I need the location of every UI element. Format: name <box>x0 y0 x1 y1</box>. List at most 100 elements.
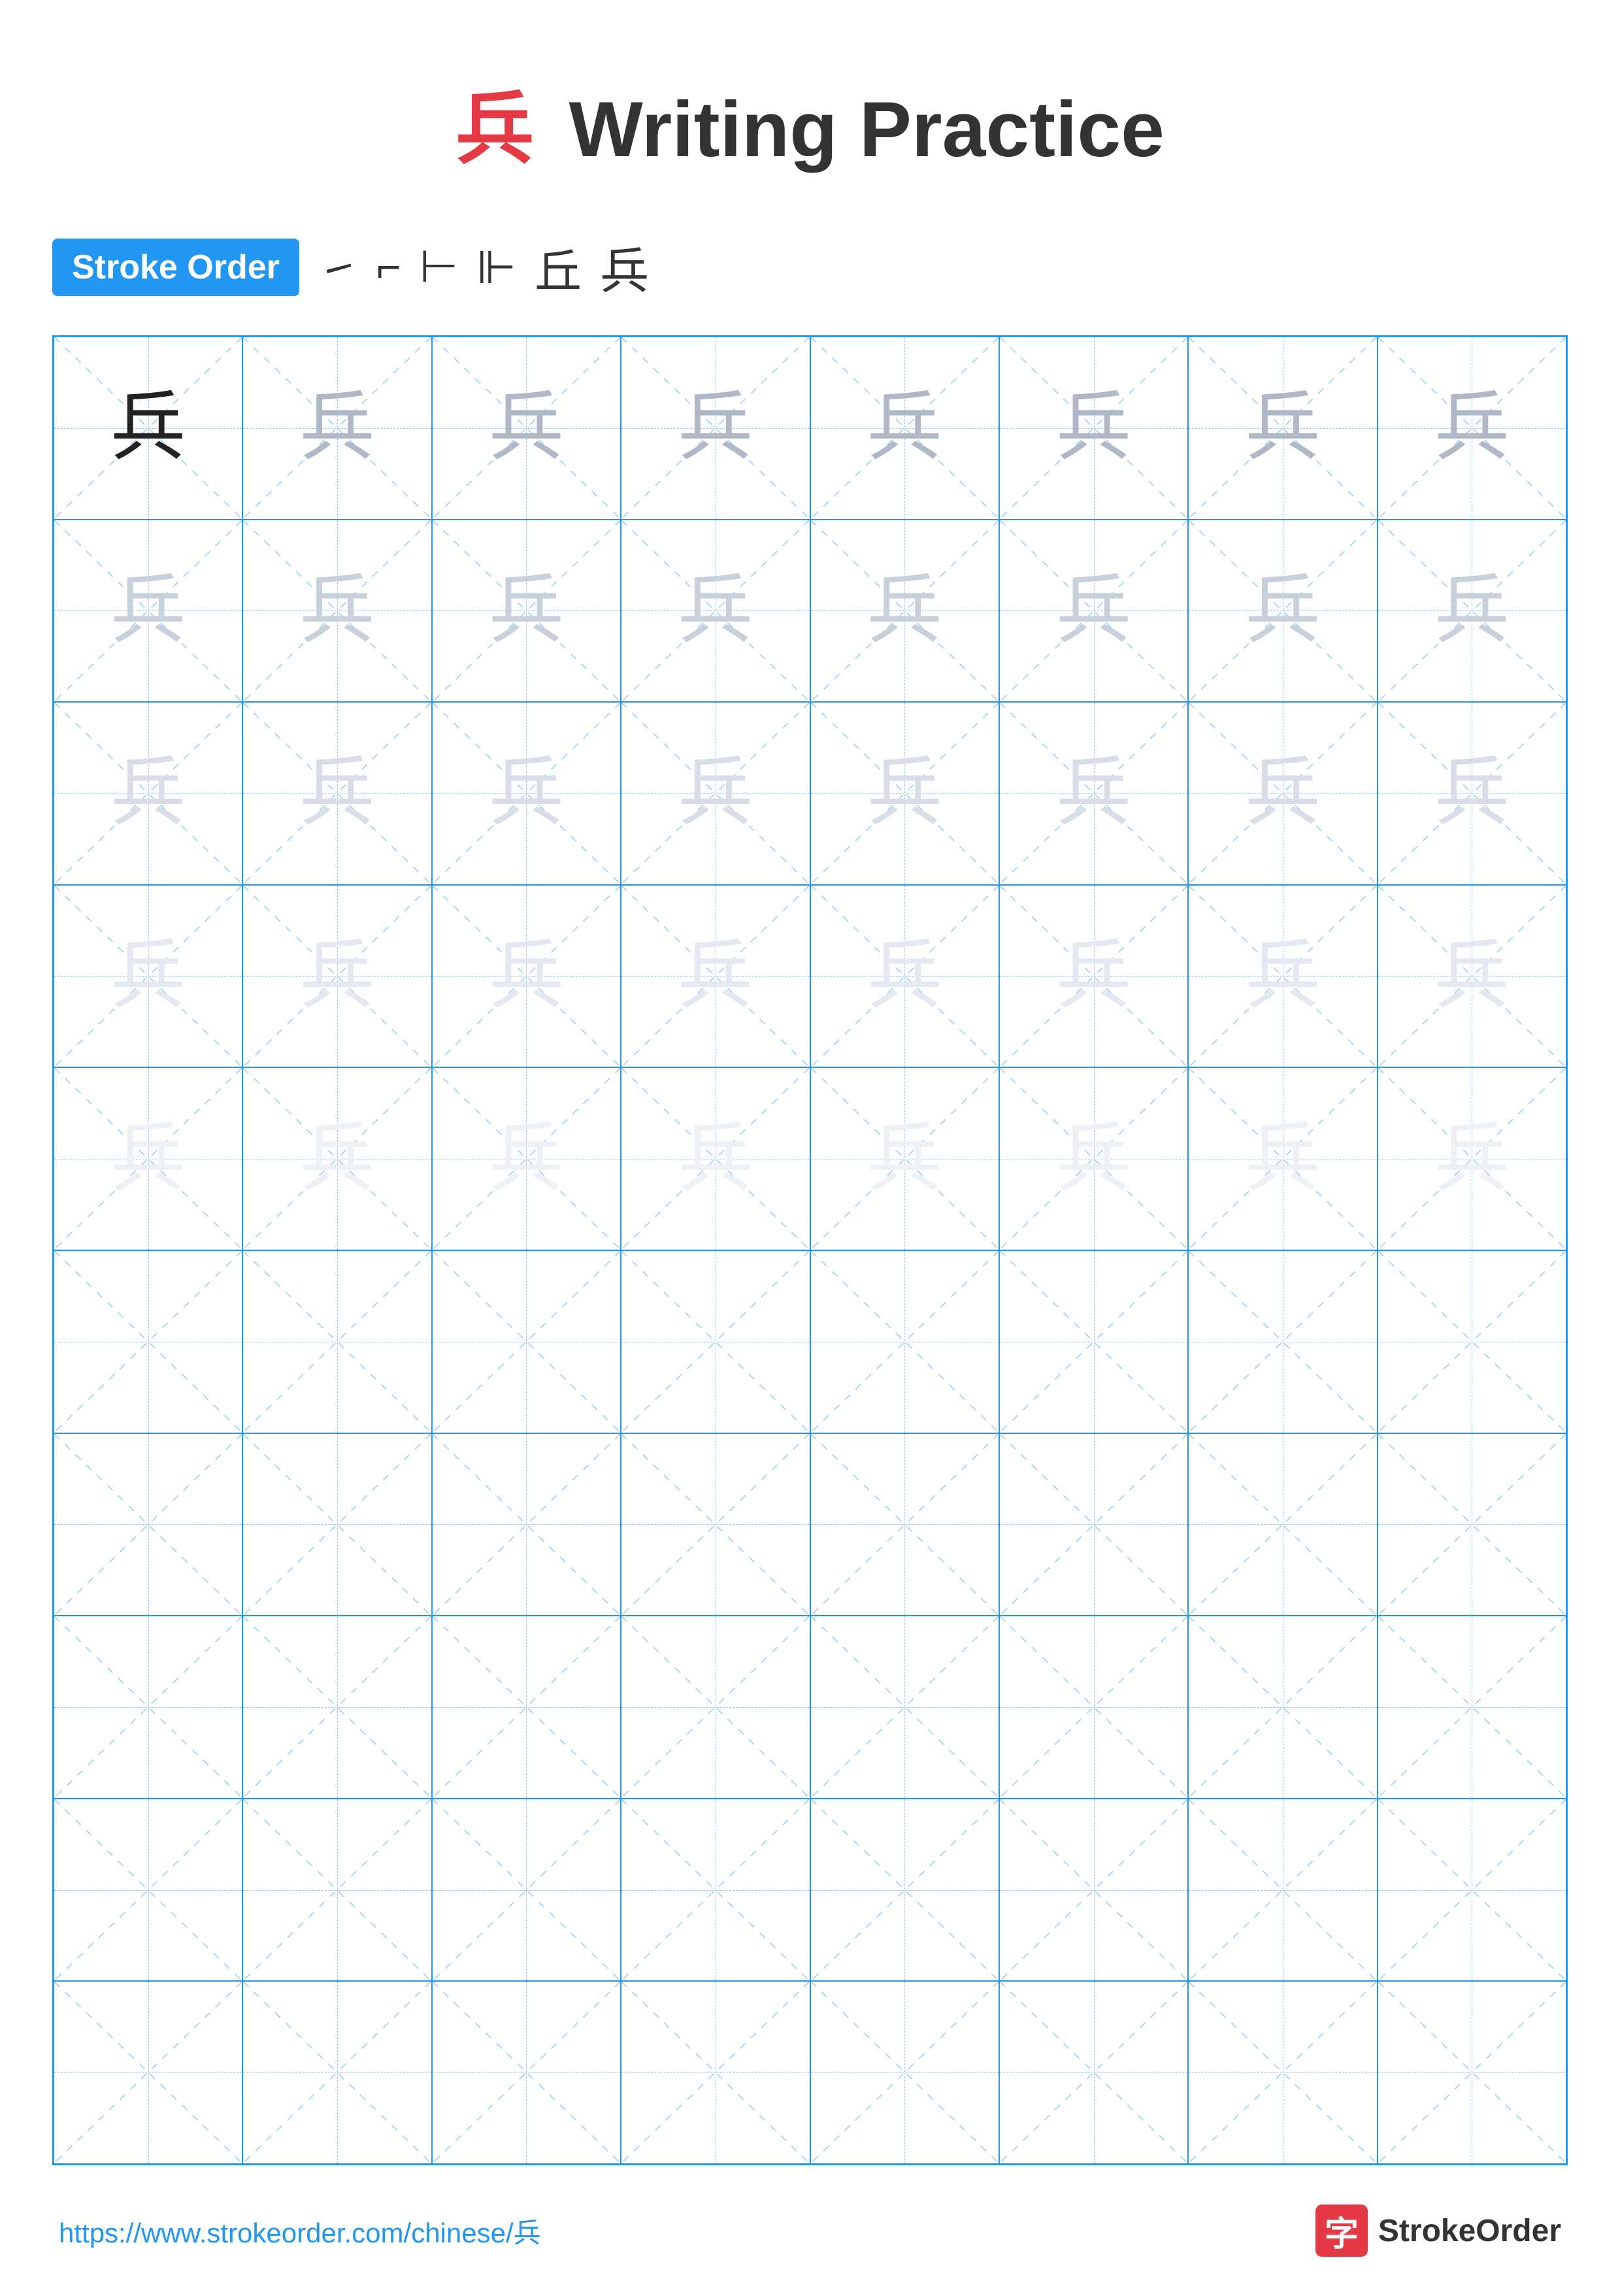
grid-cell[interactable]: 兵 <box>1188 520 1377 703</box>
grid-cell[interactable]: 兵 <box>242 702 431 885</box>
grid-cell[interactable] <box>54 1981 242 2164</box>
practice-char: 兵 <box>1056 756 1131 831</box>
grid-cell[interactable]: 兵 <box>1188 885 1377 1068</box>
grid-cell[interactable] <box>432 1799 621 1982</box>
grid-cell[interactable]: 兵 <box>1188 337 1377 520</box>
grid-cell[interactable]: 兵 <box>810 1067 999 1250</box>
grid-cell[interactable]: 兵 <box>432 1067 621 1250</box>
grid-cell[interactable] <box>621 1981 810 2164</box>
grid-cell[interactable]: 兵 <box>621 337 810 520</box>
grid-cell[interactable]: 兵 <box>54 520 242 703</box>
grid-cell[interactable]: 兵 <box>810 337 999 520</box>
grid-cell[interactable]: 兵 <box>242 1067 431 1250</box>
grid-cell[interactable]: 兵 <box>1378 520 1566 703</box>
grid-cell[interactable]: 兵 <box>810 702 999 885</box>
footer-url[interactable]: https://www.strokeorder.com/chinese/兵 <box>59 2211 541 2251</box>
grid-cell[interactable]: 兵 <box>999 1067 1188 1250</box>
grid-cell[interactable]: 兵 <box>999 337 1188 520</box>
grid-cell[interactable] <box>1188 1433 1377 1616</box>
practice-char: 兵 <box>300 390 375 465</box>
grid-cell[interactable]: 兵 <box>54 702 242 885</box>
grid-cell[interactable] <box>1188 1799 1377 1982</box>
practice-char: 兵 <box>1245 939 1320 1014</box>
grid-cell[interactable] <box>999 1433 1188 1616</box>
grid-cell[interactable]: 兵 <box>1378 885 1566 1068</box>
practice-char: 兵 <box>867 573 942 648</box>
grid-cell[interactable] <box>54 1433 242 1616</box>
grid-cell[interactable]: 兵 <box>1378 1067 1566 1250</box>
practice-char: 兵 <box>867 939 942 1014</box>
grid-cell[interactable]: 兵 <box>621 520 810 703</box>
grid-cell[interactable]: 兵 <box>432 520 621 703</box>
grid-cell[interactable]: 兵 <box>999 520 1188 703</box>
grid-cell[interactable] <box>1378 1250 1566 1433</box>
grid-cell[interactable]: 兵 <box>999 885 1188 1068</box>
grid-cell[interactable] <box>242 1250 431 1433</box>
grid-cell[interactable] <box>810 1433 999 1616</box>
grid-cell[interactable] <box>810 1799 999 1982</box>
grid-cell[interactable]: 兵 <box>810 520 999 703</box>
grid-cell[interactable] <box>242 1981 431 2164</box>
logo-icon: 字 <box>1315 2204 1368 2257</box>
grid-cell[interactable] <box>1378 1799 1566 1982</box>
grid-cell[interactable]: 兵 <box>621 885 810 1068</box>
page-title: 兵 Writing Practice <box>52 65 1568 179</box>
grid-cell[interactable]: 兵 <box>1188 1067 1377 1250</box>
grid-cell[interactable]: 兵 <box>54 337 242 520</box>
grid-cell[interactable]: 兵 <box>242 520 431 703</box>
stroke-order-row: Stroke Order ㇀ ⌐ ⊢ ⊩ 丘 兵 <box>52 231 1568 303</box>
grid-cell[interactable] <box>432 1250 621 1433</box>
grid-cell[interactable] <box>621 1616 810 1799</box>
grid-cell[interactable]: 兵 <box>242 885 431 1068</box>
practice-char: 兵 <box>489 756 564 831</box>
grid-cell[interactable] <box>621 1799 810 1982</box>
grid-cell[interactable] <box>432 1433 621 1616</box>
practice-char: 兵 <box>1245 390 1320 465</box>
grid-cell[interactable]: 兵 <box>621 1067 810 1250</box>
grid-cell[interactable] <box>999 1981 1188 2164</box>
practice-char: 兵 <box>300 756 375 831</box>
grid-cell[interactable] <box>1378 1981 1566 2164</box>
grid-cell[interactable] <box>621 1250 810 1433</box>
grid-cell[interactable] <box>432 1981 621 2164</box>
practice-char: 兵 <box>110 756 186 831</box>
practice-char: 兵 <box>110 939 186 1014</box>
grid-cell[interactable] <box>1378 1616 1566 1799</box>
practice-char: 兵 <box>489 390 564 465</box>
grid-cell[interactable] <box>54 1799 242 1982</box>
grid-cell[interactable] <box>54 1616 242 1799</box>
grid-cell[interactable]: 兵 <box>54 885 242 1068</box>
grid-cell[interactable]: 兵 <box>432 702 621 885</box>
grid-cell[interactable] <box>432 1616 621 1799</box>
grid-cell[interactable]: 兵 <box>810 885 999 1068</box>
grid-cell[interactable] <box>1188 1981 1377 2164</box>
grid-cell[interactable] <box>242 1616 431 1799</box>
stroke-sequence: ㇀ ⌐ ⊢ ⊩ 丘 兵 <box>319 231 661 303</box>
grid-cell[interactable] <box>999 1250 1188 1433</box>
grid-cell[interactable] <box>810 1616 999 1799</box>
practice-char: 兵 <box>678 573 753 648</box>
grid-cell[interactable]: 兵 <box>1378 702 1566 885</box>
practice-char: 兵 <box>1245 1122 1320 1197</box>
grid-cell[interactable]: 兵 <box>54 1067 242 1250</box>
grid-cell[interactable]: 兵 <box>1378 337 1566 520</box>
grid-cell[interactable]: 兵 <box>432 885 621 1068</box>
grid-cell[interactable] <box>810 1981 999 2164</box>
practice-char: 兵 <box>678 756 753 831</box>
grid-cell[interactable]: 兵 <box>1188 702 1377 885</box>
grid-cell[interactable] <box>54 1250 242 1433</box>
grid-cell[interactable] <box>999 1799 1188 1982</box>
grid-cell[interactable]: 兵 <box>999 702 1188 885</box>
grid-cell[interactable]: 兵 <box>621 702 810 885</box>
grid-cell[interactable] <box>242 1799 431 1982</box>
grid-cell[interactable] <box>999 1616 1188 1799</box>
grid-cell[interactable] <box>1188 1616 1377 1799</box>
grid-cell[interactable]: 兵 <box>432 337 621 520</box>
grid-cell[interactable] <box>810 1250 999 1433</box>
grid-cell[interactable] <box>621 1433 810 1616</box>
grid-cell[interactable] <box>1378 1433 1566 1616</box>
grid-cell[interactable] <box>1188 1250 1377 1433</box>
grid-cell[interactable]: 兵 <box>242 337 431 520</box>
practice-char: 兵 <box>1245 756 1320 831</box>
grid-cell[interactable] <box>242 1433 431 1616</box>
